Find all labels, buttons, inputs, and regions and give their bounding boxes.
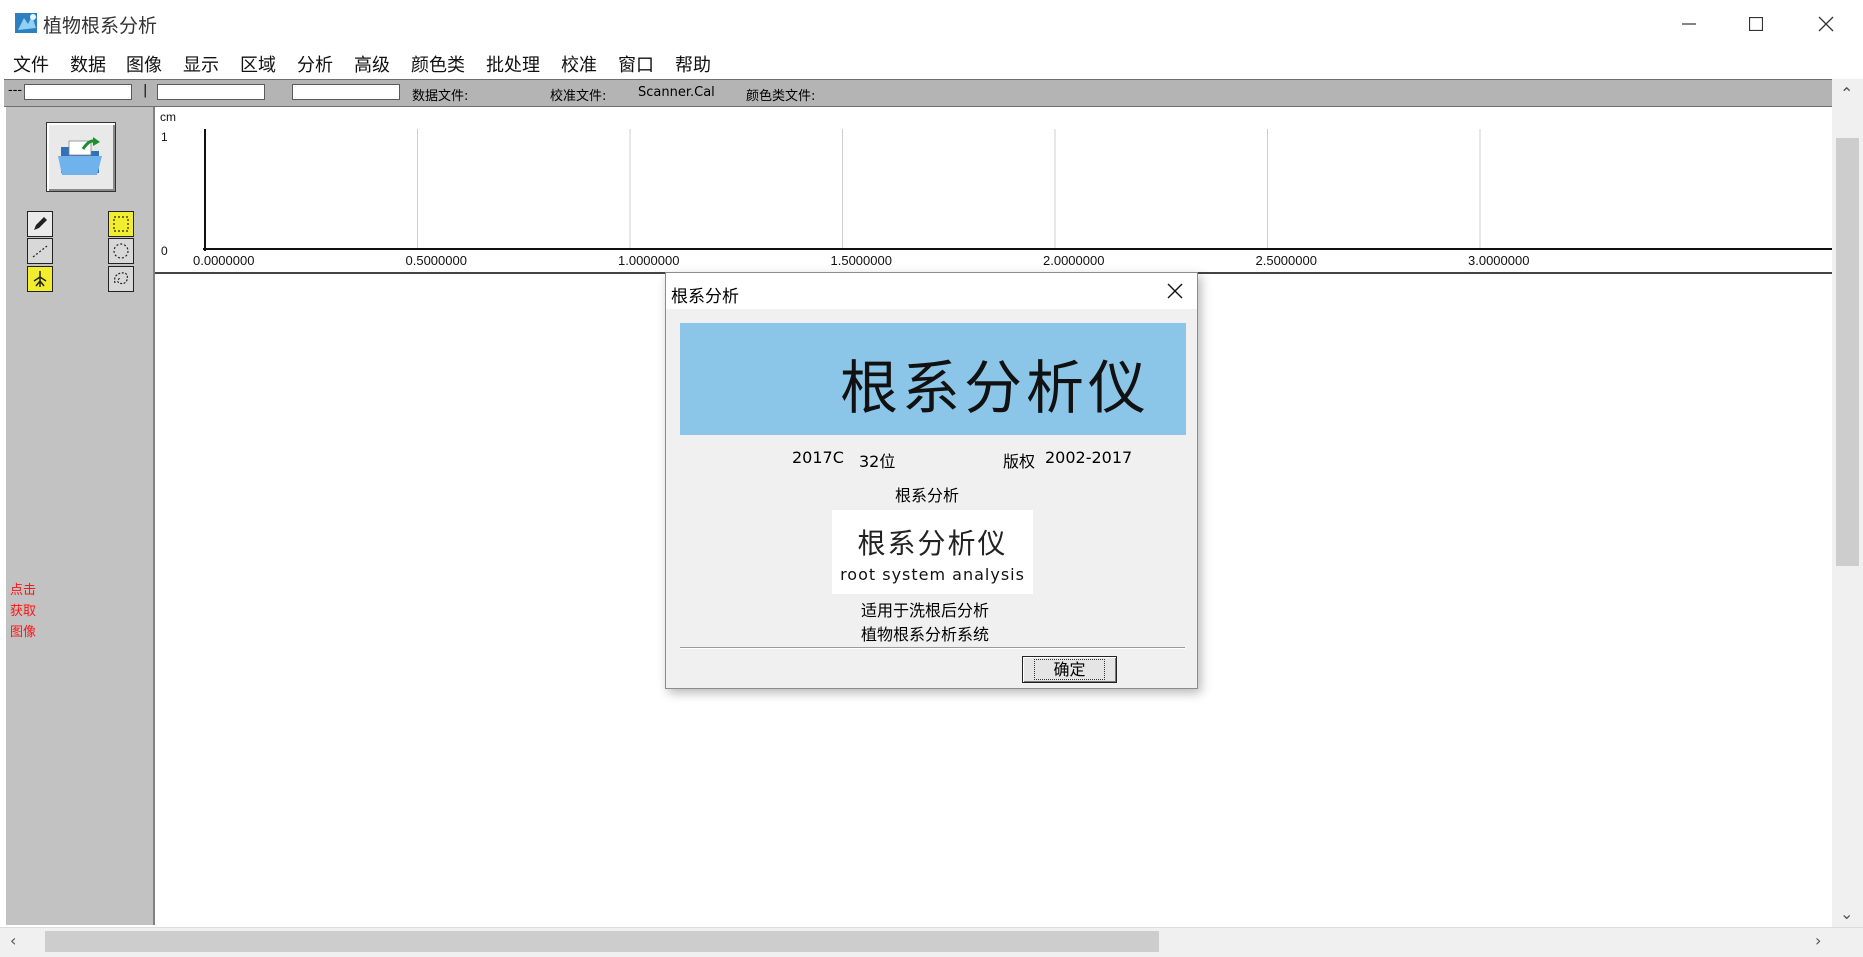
scroll-right-icon[interactable]: › (1815, 931, 1821, 950)
menu-batch[interactable]: 批处理 (486, 51, 540, 77)
select-rect-tool[interactable] (108, 211, 134, 237)
window-title: 植物根系分析 (43, 15, 158, 37)
lasso-icon (114, 272, 128, 285)
dialog-close-button[interactable] (1153, 273, 1197, 309)
close-icon (1818, 16, 1834, 32)
menu-advanced[interactable]: 高级 (354, 51, 390, 77)
menu-analysis[interactable]: 分析 (297, 51, 333, 77)
chart-area: 0.0000000 0.5000000 1.0000000 1.5000000 2.00… (155, 107, 1832, 274)
menu-data[interactable]: 数据 (70, 51, 106, 77)
line-tool[interactable] (27, 238, 53, 264)
acquire-image-hint: 点击 获取 图像 (10, 583, 37, 640)
menu-help[interactable]: 帮助 (675, 51, 711, 77)
x-tick-label: 3.0000000 (1468, 253, 1529, 268)
calib-file-label: 校准文件: (550, 89, 607, 104)
toolbar-separator: | (143, 83, 148, 98)
dialog-divider (680, 647, 1185, 649)
close-button[interactable] (1798, 0, 1854, 48)
dotted-line-icon (32, 245, 48, 258)
open-folder-icon (58, 137, 102, 175)
info-toolbar: --- | 数据文件: 校准文件: Scanner.Cal 颜色类文件: (4, 79, 1832, 107)
title-bar: 植物根系分析 (0, 0, 1863, 49)
x-tick-label: 1.0000000 (618, 253, 679, 268)
maximize-button[interactable] (1728, 0, 1784, 48)
scroll-up-icon[interactable]: ⌃ (1840, 84, 1853, 103)
copyright-years: 2002-2017 (1045, 448, 1133, 467)
menu-window[interactable]: 窗口 (618, 51, 654, 77)
y-unit-label: cm (160, 110, 176, 124)
distribution-chart: 0.0000000 0.5000000 1.0000000 1.5000000 2.00… (160, 110, 1832, 268)
about-dialog: 根系分析 根系分析仪 2017C 32位 版权 2002-2017 根系分析 根… (665, 272, 1198, 689)
minimize-button[interactable] (1661, 0, 1717, 48)
pencil-tool[interactable] (27, 211, 53, 237)
scroll-down-icon[interactable]: ⌄ (1840, 904, 1853, 923)
vertical-scroll-thumb[interactable] (1836, 138, 1859, 566)
open-image-button[interactable] (46, 122, 116, 192)
root-icon (33, 271, 47, 287)
select-ellipse-tool[interactable] (108, 238, 134, 264)
menu-image[interactable]: 图像 (126, 51, 162, 77)
menu-bar: 文件 数据 图像 显示 区域 分析 高级 颜色类 批处理 校准 窗口 帮助 (0, 48, 1863, 78)
menu-calibrate[interactable]: 校准 (561, 51, 597, 77)
root-tool[interactable] (27, 266, 53, 292)
pencil-icon (34, 217, 47, 230)
dialog-subtitle: 根系分析 (895, 486, 960, 505)
toolbar-field-3 (292, 84, 400, 100)
maximize-icon (1749, 17, 1763, 31)
version-text: 2017C (792, 448, 844, 467)
scroll-left-icon[interactable]: ‹ (10, 931, 16, 950)
logo-chinese-text: 根系分析仪 (857, 527, 1008, 560)
color-file-label: 颜色类文件: (746, 89, 816, 104)
x-tick-label: 2.0000000 (1043, 253, 1104, 268)
ok-button-label: 确定 (1034, 659, 1105, 680)
toolbar-field-2 (157, 84, 265, 100)
x-tick-label: 0.0000000 (193, 253, 254, 268)
bits-text: 32位 (859, 452, 896, 471)
select-rect-icon (113, 216, 129, 232)
calib-file-value: Scanner.Cal (638, 85, 715, 100)
lasso-tool[interactable] (108, 266, 134, 292)
select-ellipse-icon (113, 243, 129, 259)
menu-display[interactable]: 显示 (183, 51, 219, 77)
banner-title: 根系分析仪 (839, 354, 1150, 422)
menu-color-class[interactable]: 颜色类 (411, 51, 465, 77)
x-tick-label: 1.5000000 (831, 253, 892, 268)
menu-file[interactable]: 文件 (13, 51, 49, 77)
y-tick-label: 1 (161, 130, 168, 144)
minimize-icon (1682, 23, 1696, 25)
copyright-label: 版权 (1003, 452, 1036, 471)
x-tick-label: 0.5000000 (406, 253, 467, 268)
app-icon (14, 10, 40, 36)
dialog-title: 根系分析 (671, 287, 739, 307)
description-line-1: 适用于洗根后分析 (861, 601, 990, 620)
close-icon (1167, 283, 1183, 299)
toolbar-field-1 (24, 84, 132, 100)
product-logo: 根系分析仪 root system analysis (832, 510, 1033, 594)
ok-button[interactable]: 确定 (1022, 656, 1117, 683)
description-line-2: 植物根系分析系统 (861, 625, 990, 644)
y-tick-label: 0 (161, 244, 168, 258)
logo-english-text: root system analysis (840, 565, 1025, 584)
toolbar-prefix: --- (8, 83, 23, 98)
horizontal-scroll-thumb[interactable] (45, 931, 1159, 952)
dialog-title-bar: 根系分析 (666, 273, 1197, 309)
menu-region[interactable]: 区域 (240, 51, 276, 77)
data-file-label: 数据文件: (412, 89, 469, 104)
x-tick-label: 2.5000000 (1256, 253, 1317, 268)
product-banner: 根系分析仪 (680, 323, 1186, 435)
